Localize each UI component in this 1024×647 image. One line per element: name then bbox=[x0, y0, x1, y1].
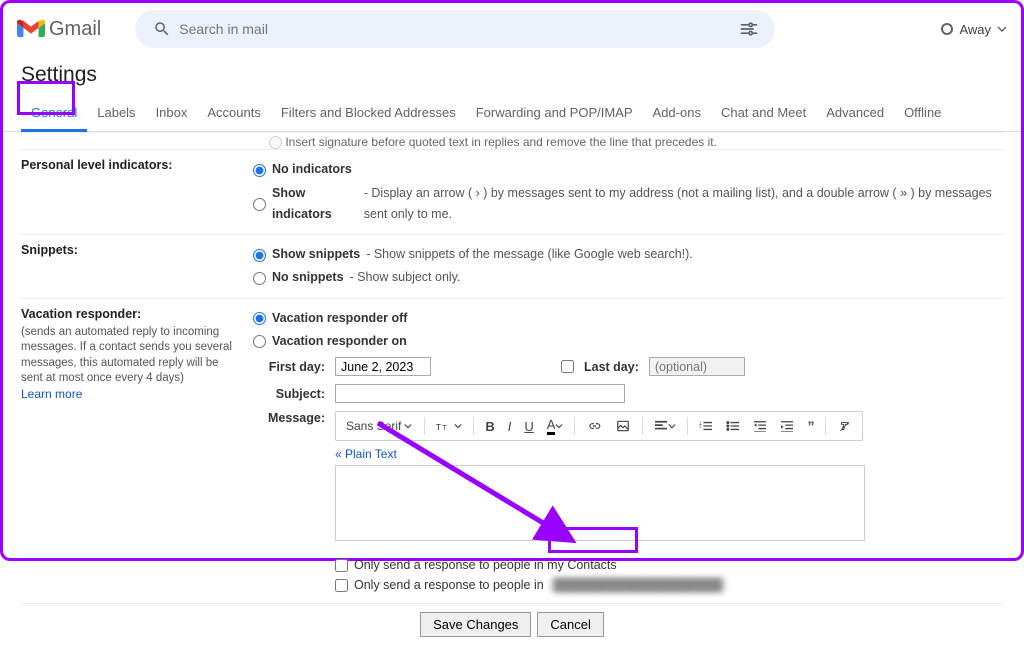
cancel-button[interactable]: Cancel bbox=[537, 612, 603, 637]
radio-no-snippets[interactable] bbox=[253, 272, 266, 285]
tab-advanced[interactable]: Advanced bbox=[816, 99, 894, 131]
message-label: Message: bbox=[263, 411, 325, 425]
footer: Save Changes Cancel bbox=[21, 603, 1003, 641]
radio-vacation-on[interactable] bbox=[253, 335, 266, 348]
tab-chat[interactable]: Chat and Meet bbox=[711, 99, 816, 131]
radio-show-indicators[interactable] bbox=[253, 198, 266, 211]
align-icon[interactable] bbox=[649, 417, 681, 435]
underline-icon[interactable]: U bbox=[519, 416, 538, 437]
save-button[interactable]: Save Changes bbox=[420, 612, 531, 637]
row-personal-indicators: Personal level indicators: No indicators… bbox=[21, 149, 1003, 234]
radio-vacation-off[interactable] bbox=[253, 312, 266, 325]
plain-text-link[interactable]: « Plain Text bbox=[335, 441, 1003, 465]
vacation-learn-more[interactable]: Learn more bbox=[21, 387, 82, 401]
cutoff-text: Insert signature before quoted text in r… bbox=[285, 135, 717, 149]
search-icon[interactable] bbox=[145, 20, 179, 38]
row-snippets: Snippets: Show snippets - Show snippets … bbox=[21, 234, 1003, 298]
show-snippets-desc: - Show snippets of the message (like Goo… bbox=[366, 244, 693, 265]
settings-tabs: General Labels Inbox Accounts Filters an… bbox=[3, 93, 1021, 132]
last-day-label: Last day: bbox=[584, 360, 639, 374]
cutoff-row: Insert signature before quoted text in r… bbox=[21, 132, 1003, 149]
gmail-icon bbox=[17, 18, 45, 40]
annotation-highlight-tab bbox=[17, 81, 75, 115]
bullet-list-icon[interactable] bbox=[721, 417, 745, 435]
tab-forwarding[interactable]: Forwarding and POP/IMAP bbox=[466, 99, 643, 131]
font-select[interactable]: Sans Serif bbox=[340, 417, 418, 435]
away-icon bbox=[941, 23, 953, 35]
show-indicators-desc: - Display an arrow ( › ) by messages sen… bbox=[364, 183, 1003, 226]
vacation-hint: (sends an automated reply to incoming me… bbox=[21, 325, 243, 387]
no-snippets-label: No snippets bbox=[272, 267, 344, 288]
annotation-highlight-save bbox=[548, 527, 638, 553]
subject-input[interactable] bbox=[335, 384, 625, 403]
tab-accounts[interactable]: Accounts bbox=[197, 99, 270, 131]
numbered-list-icon[interactable]: 12 bbox=[694, 417, 718, 435]
svg-text:T: T bbox=[443, 423, 448, 432]
tab-offline[interactable]: Offline bbox=[894, 99, 951, 131]
status-chip[interactable]: Away bbox=[941, 22, 1007, 37]
subject-label: Subject: bbox=[263, 387, 325, 401]
cutoff-radio bbox=[269, 136, 282, 149]
search-input[interactable] bbox=[179, 21, 733, 37]
vacation-on-label: Vacation responder on bbox=[272, 331, 407, 352]
indent-more-icon[interactable] bbox=[775, 417, 799, 435]
show-snippets-label: Show snippets bbox=[272, 244, 360, 265]
tab-addons[interactable]: Add-ons bbox=[643, 99, 711, 131]
tab-inbox[interactable]: Inbox bbox=[146, 99, 198, 131]
search-bar[interactable] bbox=[135, 10, 775, 48]
rich-toolbar: Sans Serif тT B I U A bbox=[335, 411, 863, 441]
clear-format-icon[interactable] bbox=[832, 416, 858, 436]
last-day-checkbox[interactable] bbox=[561, 360, 574, 373]
tune-icon[interactable] bbox=[733, 19, 765, 39]
italic-icon[interactable]: I bbox=[503, 416, 517, 437]
label-vacation: Vacation responder: bbox=[21, 307, 141, 321]
bold-icon[interactable]: B bbox=[480, 416, 499, 437]
chevron-down-icon bbox=[997, 24, 1007, 34]
row-vacation: Vacation responder: (sends an automated … bbox=[21, 298, 1003, 604]
chk-domain-only[interactable] bbox=[335, 579, 348, 592]
first-day-input[interactable] bbox=[335, 357, 431, 376]
domain-blur: ███████████████████ bbox=[550, 578, 726, 592]
font-size-icon[interactable]: тT bbox=[431, 416, 467, 436]
radio-show-snippets[interactable] bbox=[253, 249, 266, 262]
svg-text:2: 2 bbox=[700, 424, 703, 429]
show-indicators-label: Show indicators bbox=[272, 183, 358, 226]
label-snippets: Snippets: bbox=[21, 243, 253, 257]
logo: Gmail bbox=[17, 18, 121, 41]
text-color-icon[interactable]: A bbox=[542, 414, 569, 438]
product-name: Gmail bbox=[49, 18, 101, 41]
tab-filters[interactable]: Filters and Blocked Addresses bbox=[271, 99, 466, 131]
no-snippets-desc: - Show subject only. bbox=[350, 267, 461, 288]
link-icon[interactable] bbox=[581, 416, 607, 436]
radio-no-indicators[interactable] bbox=[253, 164, 266, 177]
tab-labels[interactable]: Labels bbox=[87, 99, 145, 131]
last-day-input[interactable] bbox=[649, 357, 745, 376]
quote-icon[interactable]: ” bbox=[802, 415, 819, 437]
page-title: Settings bbox=[3, 55, 1021, 93]
label-personal: Personal level indicators: bbox=[21, 158, 253, 172]
header: Gmail Away bbox=[3, 3, 1021, 55]
vacation-off-label: Vacation responder off bbox=[272, 308, 407, 329]
settings-content: Insert signature before quoted text in r… bbox=[3, 132, 1021, 647]
image-icon[interactable] bbox=[610, 416, 636, 436]
status-label: Away bbox=[959, 22, 991, 37]
indent-less-icon[interactable] bbox=[748, 417, 772, 435]
domain-only-label: Only send a response to people in bbox=[354, 578, 544, 592]
first-day-label: First day: bbox=[263, 360, 325, 374]
svg-text:т: т bbox=[436, 421, 441, 433]
no-indicators-label: No indicators bbox=[272, 159, 352, 180]
contacts-only-label: Only send a response to people in my Con… bbox=[354, 558, 617, 572]
